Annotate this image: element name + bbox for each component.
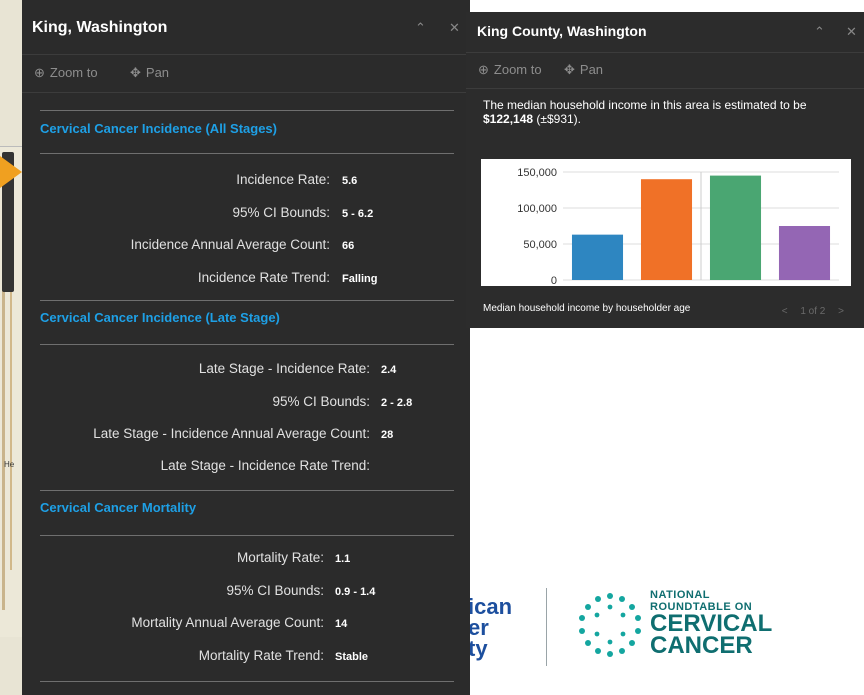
popup-title: King County, Washington bbox=[477, 23, 647, 39]
field-label: Incidence Rate Trend: bbox=[197, 270, 330, 285]
field-value: 66 bbox=[342, 240, 355, 252]
field-label: Mortality Annual Average Count: bbox=[131, 615, 324, 630]
chart-pager: < 1 of 2 > bbox=[772, 306, 844, 317]
section-divider bbox=[40, 681, 454, 682]
logo-divider bbox=[546, 588, 547, 666]
logo-big-line: CANCER bbox=[650, 632, 753, 659]
header-divider bbox=[466, 52, 864, 53]
pan-button[interactable]: ✥ Pan bbox=[564, 62, 603, 78]
toolbar-divider bbox=[22, 92, 470, 93]
median-income-value: $122,148 bbox=[483, 112, 534, 126]
field-value: 2 - 2.8 bbox=[381, 397, 413, 409]
close-icon[interactable]: ✕ bbox=[449, 20, 460, 36]
logo-text-line: er bbox=[468, 615, 489, 640]
y-tick-label: 0 bbox=[551, 275, 557, 286]
field-label: 95% CI Bounds: bbox=[232, 205, 330, 220]
pan-icon: ✥ bbox=[130, 65, 141, 80]
income-chart: 0 50,000 100,000 150,000 bbox=[481, 159, 851, 287]
y-tick-label: 100,000 bbox=[517, 203, 557, 215]
section-divider bbox=[40, 153, 454, 154]
zoom-to-label: Zoom to bbox=[49, 65, 98, 80]
chevron-left-icon[interactable]: < bbox=[782, 306, 788, 317]
field-label: 95% CI Bounds: bbox=[272, 394, 370, 409]
zoom-to-button[interactable]: ⊕ Zoom to bbox=[478, 62, 542, 78]
chart-bar[interactable] bbox=[640, 179, 693, 280]
selection-arrow-icon bbox=[0, 156, 22, 188]
close-icon[interactable]: ✕ bbox=[846, 24, 857, 40]
chevron-up-icon[interactable]: ⌃ bbox=[415, 20, 426, 36]
american-cancer-society-logo: ican er ty bbox=[468, 594, 513, 661]
pan-icon: ✥ bbox=[564, 62, 575, 77]
margin-of-error: (±$931). bbox=[533, 112, 582, 126]
field-value: 28 bbox=[381, 429, 394, 441]
y-tick-label: 150,000 bbox=[517, 167, 557, 179]
roundtable-logo-mark bbox=[579, 593, 641, 657]
section-divider bbox=[40, 344, 454, 345]
field-label: Late Stage - Incidence Rate Trend: bbox=[160, 458, 370, 473]
field-label: Mortality Rate: bbox=[236, 550, 324, 565]
header-divider bbox=[22, 54, 470, 55]
section-divider bbox=[40, 490, 454, 491]
y-tick-label: 50,000 bbox=[523, 239, 557, 251]
field-value: Stable bbox=[335, 651, 369, 663]
field-label: Incidence Annual Average Count: bbox=[130, 237, 330, 252]
toolbar-divider bbox=[466, 88, 864, 89]
pan-label: Pan bbox=[579, 62, 604, 77]
income-description: The median household income in this area… bbox=[483, 98, 823, 126]
popup-king-washington: King, Washington ⌃ ✕ ⊕ Zoom to ✥ Pan Cervi… bbox=[22, 0, 470, 695]
description-text: The median household income in this area… bbox=[483, 98, 807, 112]
chart-caption: Median household income by householder a… bbox=[483, 303, 691, 314]
income-chart-svg: 0 50,000 100,000 150,000 bbox=[517, 167, 839, 287]
popup-title: King, Washington bbox=[32, 19, 168, 36]
zoom-in-icon: ⊕ bbox=[34, 65, 45, 80]
field-value: 5.6 bbox=[342, 175, 358, 187]
roundtable-logo-text: NATIONAL ROUNDTABLE ON CERVICAL CANCER bbox=[650, 589, 772, 659]
zoom-to-label: Zoom to bbox=[493, 62, 542, 77]
logo-text-line: ican bbox=[468, 594, 513, 619]
chart-bar[interactable] bbox=[709, 175, 762, 280]
field-value: Falling bbox=[342, 273, 378, 285]
pan-label: Pan bbox=[145, 65, 170, 80]
zoom-to-button[interactable]: ⊕ Zoom to bbox=[34, 65, 98, 81]
pan-button[interactable]: ✥ Pan bbox=[130, 65, 169, 81]
chart-bar[interactable] bbox=[778, 226, 831, 280]
chevron-up-icon[interactable]: ⌃ bbox=[814, 24, 825, 40]
section-heading: Cervical Cancer Mortality bbox=[40, 500, 197, 515]
field-label: Late Stage - Incidence Rate: bbox=[198, 361, 370, 376]
map-road bbox=[10, 290, 12, 570]
chevron-right-icon[interactable]: > bbox=[838, 306, 844, 317]
page-indicator: 1 of 2 bbox=[800, 306, 826, 317]
field-value: 1.1 bbox=[335, 553, 351, 565]
field-value: 14 bbox=[335, 618, 348, 630]
section-divider bbox=[40, 110, 454, 111]
popup-king-county: King County, Washington ⌃ ✕ ⊕ Zoom to ✥ Pa… bbox=[466, 12, 864, 328]
section-heading: Cervical Cancer Incidence (Late Stage) bbox=[40, 310, 280, 325]
section-divider bbox=[40, 535, 454, 536]
chart-bar[interactable] bbox=[571, 234, 624, 280]
field-value: 5 - 6.2 bbox=[342, 208, 374, 220]
section-heading: Cervical Cancer Incidence (All Stages) bbox=[40, 121, 277, 136]
field-value: 2.4 bbox=[381, 364, 397, 376]
zoom-in-icon: ⊕ bbox=[478, 62, 489, 77]
logo-text-line: ty bbox=[468, 636, 488, 661]
section-divider bbox=[40, 300, 454, 301]
field-label: 95% CI Bounds: bbox=[226, 583, 324, 598]
field-value: 0.9 - 1.4 bbox=[335, 586, 376, 598]
field-label: Mortality Rate Trend: bbox=[198, 648, 324, 663]
logo-small-line: NATIONAL bbox=[650, 589, 711, 601]
field-label: Late Stage - Incidence Annual Average Co… bbox=[93, 426, 370, 441]
field-label: Incidence Rate: bbox=[236, 172, 330, 187]
map-place-label: He bbox=[4, 460, 15, 469]
